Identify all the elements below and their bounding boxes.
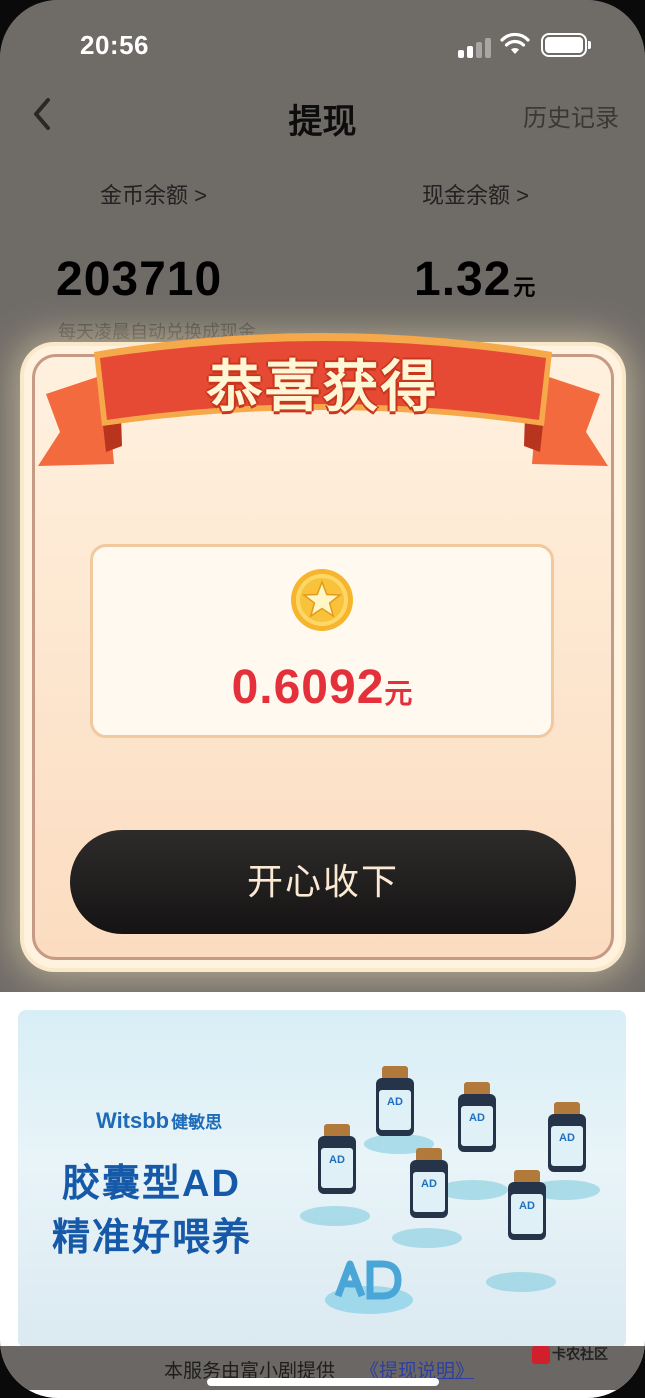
wifi-icon xyxy=(500,32,530,54)
product-bottle: AD xyxy=(376,1066,414,1136)
watermark: 卡农社区 xyxy=(532,1344,608,1365)
watermark-logo-icon xyxy=(532,1346,550,1365)
ad-brand-name: Witsbb xyxy=(96,1108,170,1133)
ad-3d-logo xyxy=(325,1260,413,1314)
bottle-pad xyxy=(300,1206,370,1226)
reward-amount-value: 0.6092 xyxy=(231,661,385,714)
nav-bar: 提现 历史记录 xyxy=(0,90,645,141)
product-bottle: AD xyxy=(508,1170,546,1240)
home-indicator[interactable] xyxy=(207,1378,439,1386)
cash-balance: 1.32元 xyxy=(414,252,536,307)
product-bottle: AD xyxy=(410,1148,448,1218)
ad-headline: 胶囊型AD xyxy=(62,1163,241,1205)
ad-brand: Witsbb 健敏思 xyxy=(96,1108,222,1134)
history-link[interactable]: 历史记录 xyxy=(523,98,619,133)
ad-banner[interactable]: Witsbb 健敏思 胶囊型AD 精准好喂养 AD AD AD AD AD AD xyxy=(18,1010,626,1348)
reward-amount: 0.6092元 xyxy=(0,660,645,715)
accept-button[interactable]: 开心收下 xyxy=(70,830,576,934)
product-bottle: AD xyxy=(458,1082,496,1152)
product-bottle: AD xyxy=(318,1124,356,1194)
reward-amount-unit: 元 xyxy=(384,678,414,709)
ad-subheadline: 精准好喂养 xyxy=(52,1217,253,1259)
watermark-text: 卡农社区 xyxy=(552,1346,608,1362)
coin-balance-value: 203710 xyxy=(56,253,223,306)
cash-unit: 元 xyxy=(513,275,537,300)
phone-frame: 20:56 提现 历史记录 金币余额 > 现金余额 > 203710 1.32元… xyxy=(0,0,645,1398)
status-time: 20:56 xyxy=(80,30,149,60)
coin-balance-link[interactable]: 金币余额 > xyxy=(100,178,207,210)
ad-brand-cn: 健敏思 xyxy=(171,1113,223,1132)
status-bar: 20:56 xyxy=(0,26,645,66)
product-bottle: AD xyxy=(548,1102,586,1172)
cellular-signal-icon xyxy=(458,36,492,58)
bottle-pad xyxy=(486,1272,556,1292)
popup-title: 恭喜获得 xyxy=(206,355,439,418)
bottle-pad xyxy=(438,1180,508,1200)
cash-balance-value: 1.32 xyxy=(414,253,512,306)
battery-icon xyxy=(541,33,591,57)
gold-coin-star-icon xyxy=(291,569,353,631)
bottle-pad xyxy=(392,1228,462,1248)
cash-balance-link[interactable]: 现金余额 > xyxy=(422,178,529,210)
